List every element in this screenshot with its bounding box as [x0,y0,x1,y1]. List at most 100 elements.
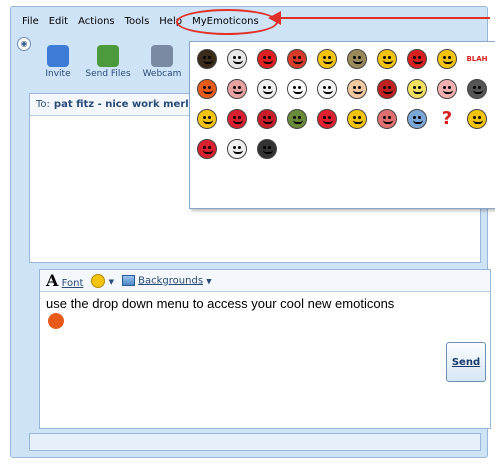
message-input[interactable]: use the drop down menu to access your co… [46,296,394,311]
emoticon-face-part [208,116,211,119]
invite-button[interactable]: Invite [35,45,81,87]
sheep-emoticon-icon [227,139,247,159]
rocket-emoticon-item[interactable] [284,46,310,72]
menu-myemoticons[interactable]: MyEmoticons [187,16,264,27]
send-button[interactable]: Send [446,342,486,382]
jail-emoticon-item[interactable] [344,46,370,72]
glasses-emoticon-icon [467,109,487,129]
emoticon-face-part [233,116,236,119]
emoticon-face-part [478,116,481,119]
status-bar [29,433,481,451]
party-emoticon-item[interactable] [194,76,220,102]
font-button[interactable]: A Font [46,272,84,289]
gun-emoticon-item[interactable] [464,76,490,102]
nerd-emoticon-item[interactable] [434,46,460,72]
panda-emoticon-item[interactable] [314,76,340,102]
red-devil-emoticon-item[interactable] [404,46,430,72]
emoticon-face-part [353,60,363,64]
bottom-emoticon-icon [437,79,457,99]
emoticon-face-part [328,56,331,59]
webcam-button[interactable]: Webcam [139,45,185,87]
tv-emoticon-item[interactable] [254,136,280,162]
bottom-emoticon-item[interactable] [434,76,460,102]
lips-emoticon-item[interactable] [314,106,340,132]
kiss-emoticon-item[interactable] [194,106,220,132]
emoticon-face-part [473,90,483,94]
emoticon-face-part [323,116,326,119]
emoticon-face-part [293,56,296,59]
rocket-emoticon-icon [287,49,307,69]
emoticon-face-part [263,90,273,94]
pirate-emoticon-item[interactable] [374,76,400,102]
menu-help[interactable]: Help [154,16,187,27]
emoticon-face-part [268,146,271,149]
angry-red-emoticon-item[interactable] [254,46,280,72]
sheep-emoticon-item[interactable] [224,136,250,162]
emoticon-face-part [323,60,333,64]
contact-name[interactable]: pat fitz - nice work merl [54,99,189,110]
emoticon-face-part [298,56,301,59]
rose-emoticon-item[interactable] [194,136,220,162]
emoticon-face-part [383,60,393,64]
cow-emoticon-icon [257,79,277,99]
menu-actions[interactable]: Actions [73,16,120,27]
emoticon-face-part [233,146,236,149]
font-label: Font [61,277,84,289]
format-bar: A Font ▼ Backgrounds ▼ [40,270,490,292]
dancing-emoticon-item[interactable] [374,46,400,72]
arrow-head [268,11,281,25]
emoticon-face-part [293,90,303,94]
emoticon-face-part [358,86,361,89]
blah-text-emoticon-item[interactable]: BLAH [464,46,490,72]
emoticon-face-part [293,60,303,64]
question-mark-emoticon-item[interactable]: ? [434,106,460,132]
emoticon-face-part [203,120,213,124]
red-devil-emoticon-icon [407,49,427,69]
emoticon-face-part [413,120,423,124]
i-love-you-emoticon-item[interactable] [254,106,280,132]
question-mark-emoticon-icon: ? [441,108,453,129]
pirate-emoticon-icon [377,79,397,99]
emoticon-face-part [353,120,363,124]
winking-emoticon-icon [317,49,337,69]
zombie-emoticon-item[interactable] [284,106,310,132]
cool-emoticon-item[interactable] [344,106,370,132]
afro-emoticon-item[interactable] [194,46,220,72]
menu-file[interactable]: File [17,16,44,27]
zombie-emoticon-icon [287,109,307,129]
emoticon-face-part [238,86,241,89]
emoticon-picker-button[interactable]: ▼ [91,273,114,288]
emoticon-face-part [443,90,453,94]
menu-edit[interactable]: Edit [44,16,73,27]
cupid-emoticon-item[interactable] [224,76,250,102]
emoticon-face-part [263,60,273,64]
halo-emoticon-item[interactable] [404,76,430,102]
emoticon-face-part [203,60,213,64]
toolbar-toggle-icon[interactable]: ◉ [17,37,31,51]
emoticon-face-part [203,150,213,154]
winking-emoticon-item[interactable] [314,46,340,72]
emoticon-face-part [203,90,213,94]
send-files-button[interactable]: Send Files [85,45,131,87]
finger-emoticon-item[interactable] [344,76,370,102]
panda-emoticon-icon [317,79,337,99]
heart-face-emoticon-item[interactable] [224,106,250,132]
emoticon-face-part [203,86,206,89]
shark-emoticon-item[interactable] [404,106,430,132]
kiss-emoticon-icon [197,109,217,129]
cow-emoticon-item[interactable] [254,76,280,102]
annotation-arrow [268,11,490,25]
glasses-emoticon-item[interactable] [464,106,490,132]
grandma-emoticon-item[interactable] [374,106,400,132]
i-love-you-emoticon-icon [257,109,277,129]
emoticon-face-part [233,86,236,89]
emoticon-face-part [293,120,303,124]
emoticon-face-part [233,60,243,64]
emoticon-face-part [473,86,476,89]
emoticon-face-part [323,90,333,94]
backgrounds-button[interactable]: Backgrounds ▼ [121,274,212,286]
menu-tools[interactable]: Tools [120,16,155,27]
eyes-emoticon-item[interactable] [284,76,310,102]
skull-emoticon-item[interactable] [224,46,250,72]
emoticon-face-part [323,56,326,59]
